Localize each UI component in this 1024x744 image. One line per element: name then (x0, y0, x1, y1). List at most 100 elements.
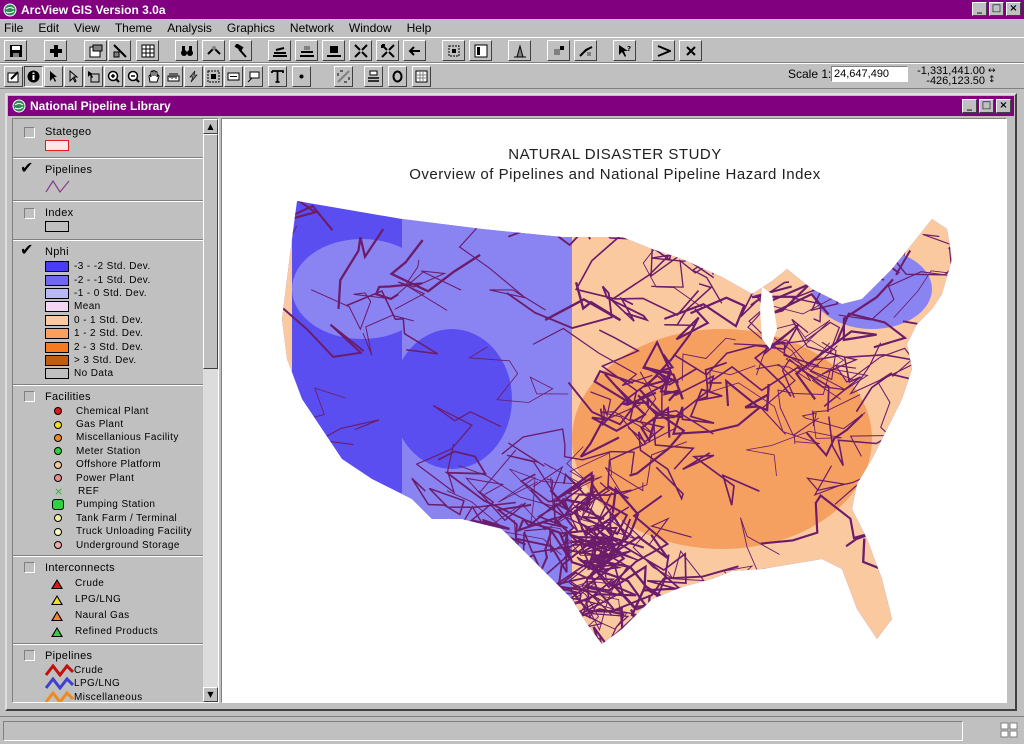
theme-index-checkbox[interactable] (24, 207, 35, 219)
theme-nphi[interactable]: ✔ Nphi -3 - -2 Std. Dev. -2 - -1 Std. Dev… (13, 240, 203, 381)
zoom-full-extent-button[interactable] (268, 40, 291, 61)
histogram-button[interactable] (508, 40, 531, 61)
menu-help[interactable]: Help (407, 21, 432, 35)
toc-separator (13, 383, 203, 386)
theme-facilities-name: Facilities (45, 390, 91, 403)
theme-stategeo-checkbox[interactable] (24, 126, 35, 138)
theme-pipelines-name: Pipelines (45, 164, 93, 176)
zoom-out-tool-button[interactable] (124, 66, 143, 87)
map-display[interactable]: NATURAL DISASTER STUDY Overview of Pipel… (221, 118, 1007, 703)
area-of-interest-tool-button[interactable] (204, 66, 223, 87)
scale-input[interactable]: 24,647,490 (831, 66, 908, 82)
theme-stategeo[interactable]: Stategeo (13, 119, 203, 154)
toc-separator (13, 157, 203, 159)
scroll-down-button[interactable]: ▼ (203, 687, 218, 702)
menu-analysis[interactable]: Analysis (167, 21, 212, 35)
menu-theme[interactable]: Theme (115, 21, 152, 35)
zoom-themes-icon (299, 45, 314, 57)
close-button[interactable]: × (1006, 2, 1021, 16)
help-button[interactable]: ? (613, 40, 636, 61)
x-icon (685, 45, 696, 56)
edit-legend-button[interactable] (108, 40, 131, 61)
facility-label: Miscellanious Facility (76, 432, 179, 444)
callout-tool-button[interactable] (244, 66, 263, 87)
minimize-button[interactable]: _ (972, 2, 987, 16)
text-tool-button[interactable] (268, 66, 287, 87)
pan-tool-button[interactable] (144, 66, 163, 87)
nphi-class-row: No Data (45, 367, 203, 380)
view-minimize-button[interactable]: _ (962, 99, 977, 113)
scroll-thumb[interactable] (203, 134, 218, 369)
theme-pipelines[interactable]: ✔ Pipelines (13, 158, 203, 197)
menu-graphics[interactable]: Graphics (227, 21, 275, 35)
scroll-up-button[interactable]: ▲ (203, 119, 218, 134)
theme-pipelines-type-checkbox[interactable] (24, 650, 35, 662)
zoom-in-button[interactable] (349, 40, 372, 61)
edit-tool-button[interactable] (4, 66, 23, 87)
window-grid-icon (1000, 722, 1018, 738)
tool-c-button[interactable] (652, 40, 675, 61)
checkmark-icon[interactable]: ✔ (20, 240, 34, 259)
identify-tool-button[interactable] (24, 66, 43, 87)
maximize-button[interactable]: □ (989, 2, 1004, 16)
tool-d-button[interactable] (679, 40, 702, 61)
theme-interconnects[interactable]: Interconnects Crude LPG/LNG Naural Gas Refi… (13, 560, 203, 640)
clear-selection-button[interactable] (469, 40, 492, 61)
triangle-icon (51, 594, 63, 605)
checkmark-icon[interactable]: ✔ (20, 158, 34, 177)
theme-facilities-checkbox[interactable] (24, 391, 35, 403)
locate-address-button[interactable] (202, 40, 225, 61)
magnifier-minus-icon (127, 70, 140, 83)
hazard-region-low-ne (812, 249, 932, 329)
theme-interconnects-checkbox[interactable] (24, 562, 35, 574)
view-title: National Pipeline Library (30, 99, 171, 113)
label-tool-button[interactable] (224, 66, 243, 87)
network-tool-button[interactable] (364, 66, 383, 87)
snap-tool-button[interactable] (334, 66, 353, 87)
theme-facilities[interactable]: Facilities Chemical Plant Gas Plant Miscel… (13, 389, 203, 552)
find-button[interactable] (175, 40, 198, 61)
menu-window[interactable]: Window (349, 21, 392, 35)
zoom-previous-button[interactable] (403, 40, 426, 61)
open-table-button[interactable] (136, 40, 159, 61)
draw-point-tool-button[interactable] (292, 66, 311, 87)
menu-network[interactable]: Network (290, 21, 334, 35)
view-maximize-button[interactable]: □ (979, 99, 994, 113)
facility-dot-icon (54, 514, 62, 523)
triangle-icon (51, 626, 63, 637)
select-feature-tool-button[interactable] (84, 66, 103, 87)
menu-view[interactable]: View (74, 21, 100, 35)
facility-row: Tank Farm / Terminal (45, 512, 203, 525)
hotlink-tool-button[interactable] (184, 66, 203, 87)
pointer-tool-button[interactable] (44, 66, 63, 87)
menu-edit[interactable]: Edit (38, 21, 59, 35)
theme-index[interactable]: Index (13, 205, 203, 236)
zoom-in-tool-button[interactable] (104, 66, 123, 87)
map-title: NATURAL DISASTER STUDY (508, 146, 722, 163)
measure-tool-button[interactable] (164, 66, 183, 87)
pipeline-line (494, 593, 534, 625)
pipeline-zigzag-icon (45, 677, 74, 691)
zoom-to-themes-button[interactable] (295, 40, 318, 61)
add-theme-plus-icon (49, 44, 62, 57)
zoom-to-selected-button[interactable] (322, 40, 345, 61)
table-of-contents: Stategeo ✔ Pipelines Index ✔ Nphi -3 - -… (12, 118, 219, 703)
origin-tool-button[interactable] (388, 66, 407, 87)
view-close-button[interactable]: × (996, 99, 1011, 113)
toc-scrollbar[interactable]: ▲ ▼ (203, 119, 218, 702)
theme-properties-button[interactable] (84, 40, 107, 61)
zoom-out-button[interactable] (376, 40, 399, 61)
destination-tool-button[interactable] (412, 66, 431, 87)
theme-pipelines-type[interactable]: Pipelines CrudeLPG/LNGMiscellaneousNatur… (13, 648, 203, 702)
query-builder-button[interactable] (229, 40, 252, 61)
menu-file[interactable]: File (4, 21, 23, 35)
select-features-button[interactable] (442, 40, 465, 61)
add-theme-button[interactable] (44, 40, 67, 61)
tool-b-button[interactable] (574, 40, 597, 61)
nphi-class-row: 1 - 2 Std. Dev. (45, 327, 203, 340)
vertex-edit-tool-button[interactable] (64, 66, 83, 87)
pipeline-type-row: Miscellaneous (45, 690, 203, 702)
save-project-button[interactable] (4, 40, 27, 61)
tool-a-button[interactable] (547, 40, 570, 61)
facility-row: Offshore Platform (45, 458, 203, 471)
